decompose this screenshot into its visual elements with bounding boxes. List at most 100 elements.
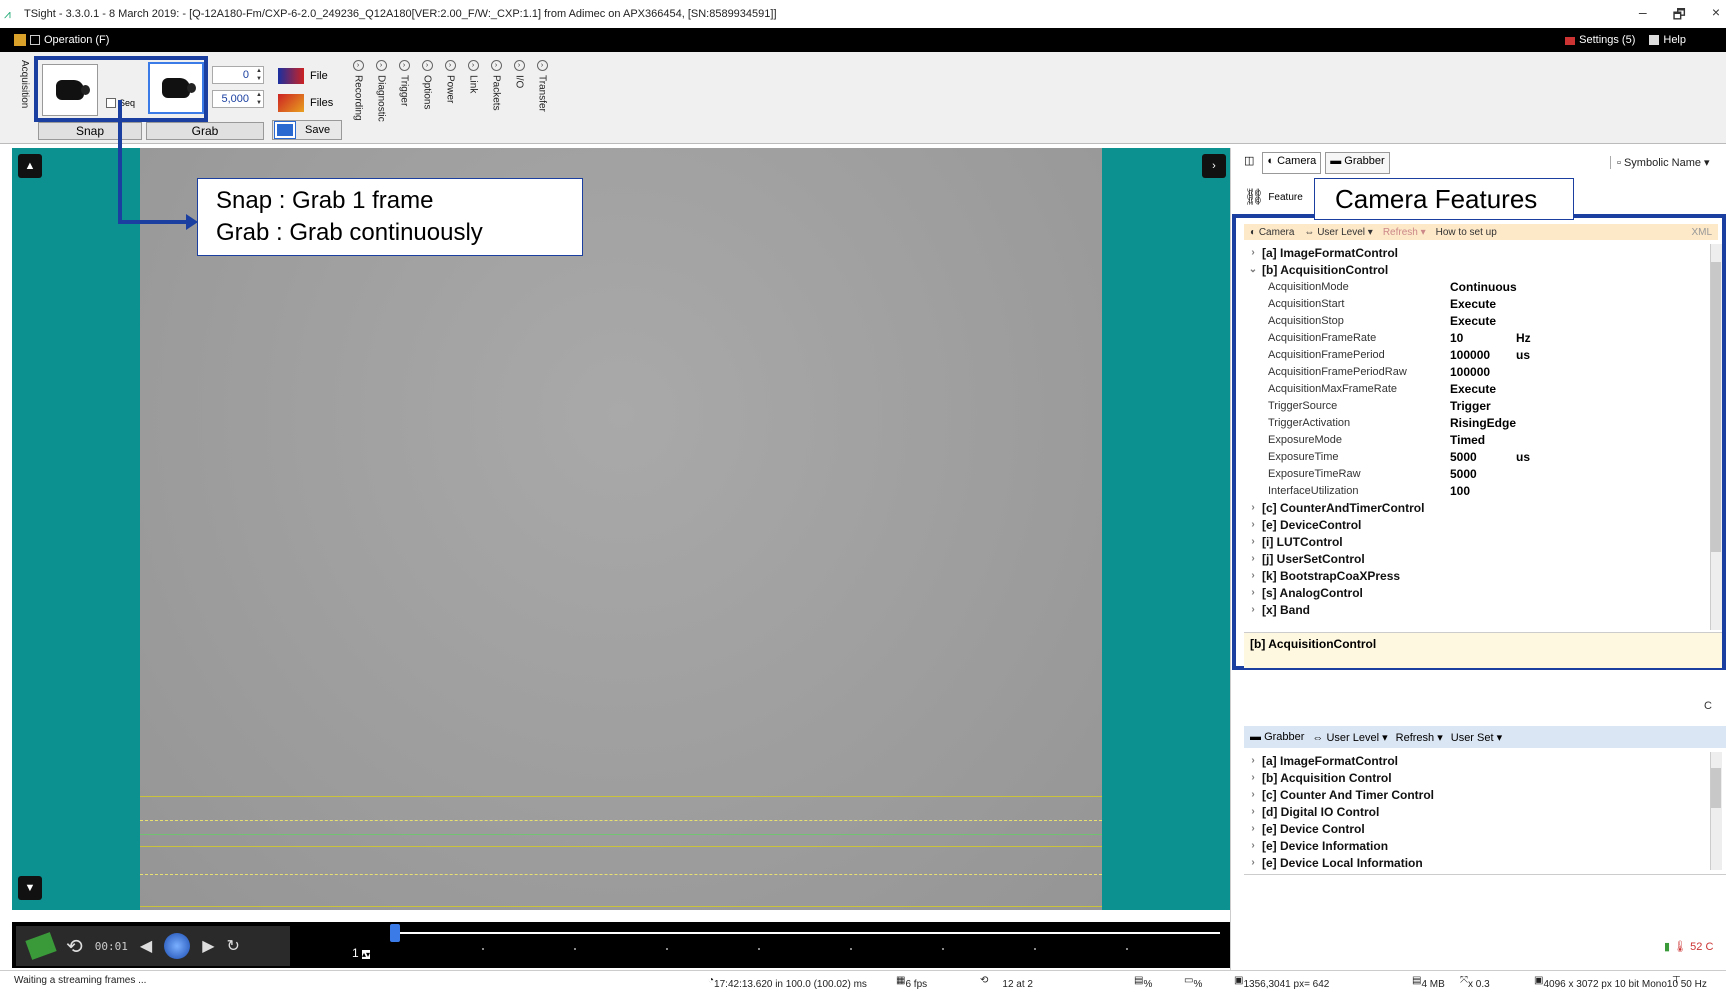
timeline-tick [1034, 948, 1036, 950]
scrollbar-thumb[interactable] [1711, 768, 1721, 808]
scrollbar-thumb[interactable] [1711, 262, 1721, 552]
settings-menu[interactable]: Settings (5) [1565, 34, 1635, 46]
tree-group[interactable]: › [d] Digital IO Control [1244, 803, 1710, 820]
status-zoom: ⤧ x 0.3 [1460, 975, 1490, 990]
tree-group[interactable]: › [s] AnalogControl [1244, 584, 1710, 601]
feature-description: [b] AcquisitionControl [1244, 632, 1722, 668]
feature-row[interactable]: AcquisitionFramePeriodRaw 100000 [1244, 363, 1710, 380]
tree-group[interactable]: › [a] ImageFormatControl [1244, 244, 1710, 261]
tree-group[interactable]: › [c] CounterAndTimerControl [1244, 499, 1710, 516]
step-forward-icon[interactable]: ▶ [202, 936, 214, 956]
scroll-up-button[interactable]: ▲ [18, 154, 42, 178]
period-spinner[interactable]: 5,000 [212, 90, 264, 108]
tree-group[interactable]: › [a] ImageFormatControl [1244, 752, 1710, 769]
grabber-scrollbar[interactable] [1710, 752, 1722, 870]
xml-button[interactable]: XML [1691, 227, 1718, 238]
scroll-down-button[interactable]: ▼ [18, 876, 42, 900]
acquisition-tab[interactable]: Acquisition [14, 60, 30, 140]
feature-row[interactable]: ExposureMode Timed [1244, 431, 1710, 448]
status-fps: ▦ 6 fps [896, 975, 928, 990]
grabber-features-header: ▬ Grabber ⇔ User Level ▾ Refresh ▾ User … [1244, 726, 1726, 748]
feature-row[interactable]: TriggerSource Trigger [1244, 397, 1710, 414]
help-menu[interactable]: Help [1649, 34, 1686, 46]
feature-row[interactable]: ExposureTimeRaw 5000 [1244, 465, 1710, 482]
tab-camera[interactable]: ◐ Camera [1262, 152, 1322, 174]
feature-row[interactable]: InterfaceUtilization 100 [1244, 482, 1710, 499]
status-percent-2: ▭ % [1184, 975, 1203, 990]
tab-power[interactable]: › Power [442, 60, 458, 103]
panel-pin-icon[interactable]: ◫ [1240, 152, 1258, 174]
feature-row[interactable]: AcquisitionStop Execute [1244, 312, 1710, 329]
files-button[interactable]: Files [278, 94, 333, 112]
tree-group[interactable]: › [c] Counter And Timer Control [1244, 786, 1710, 803]
tab-grabber[interactable]: ▬ Grabber [1325, 152, 1390, 174]
tab-io[interactable]: › I/O [511, 60, 527, 88]
tab-trigger[interactable]: › Trigger [396, 60, 412, 106]
user-level-dropdown[interactable]: ⇔ User Level ▾ [1304, 227, 1372, 238]
tree-group[interactable]: › [i] LUTControl [1244, 533, 1710, 550]
timeline-track[interactable] [390, 932, 1220, 934]
feature-scrollbar[interactable] [1710, 244, 1722, 630]
operation-menu[interactable]: Operation (F) [44, 34, 109, 46]
operation-icon [30, 35, 40, 45]
chevron-right-icon: › [1251, 857, 1255, 868]
step-back-icon[interactable]: ◀ [140, 936, 152, 956]
feature-row[interactable]: ExposureTime 5000 us [1244, 448, 1710, 465]
grabber-user-level-dropdown[interactable]: ⇔ User Level ▾ [1312, 731, 1387, 744]
battery-icon: ▮ [1664, 941, 1671, 953]
frame-count-spinner[interactable]: 0 [212, 66, 264, 84]
chevron-right-icon: › [1251, 755, 1255, 766]
tree-group[interactable]: › [e] Device Control [1244, 820, 1710, 837]
tab-transfer[interactable]: › Transfer [534, 60, 550, 112]
feature-row[interactable]: AcquisitionFramePeriod 100000 us [1244, 346, 1710, 363]
file-button[interactable]: File [278, 68, 328, 84]
files-label: Files [310, 97, 334, 109]
chevron-right-icon: › [1251, 536, 1255, 547]
feature-row[interactable]: AcquisitionFrameRate 10 Hz [1244, 329, 1710, 346]
chevron-right-icon: › [1251, 553, 1255, 564]
tab-diagnostic[interactable]: › Diagnostic [373, 60, 389, 122]
frame-index-spinner[interactable]: 1 ▴▾ [352, 946, 378, 966]
tree-group[interactable]: › [e] Device Information [1244, 837, 1710, 854]
minimize-button[interactable]: – [1639, 4, 1647, 28]
temperature-readout: ▮ 🌡 52 C [1664, 941, 1714, 953]
feature-row[interactable]: AcquisitionMode Continuous [1244, 278, 1710, 295]
feature-row[interactable]: AcquisitionStart Execute [1244, 295, 1710, 312]
feature-row[interactable]: TriggerActivation RisingEdge [1244, 414, 1710, 431]
grabber-icon: ▬ [1250, 731, 1261, 743]
loop-icon[interactable]: ↻ [227, 936, 240, 956]
user-set-dropdown[interactable]: User Set ▾ [1451, 731, 1502, 744]
save-button[interactable]: Save [272, 120, 342, 140]
chip-icon[interactable] [25, 932, 57, 960]
how-to-button[interactable]: How to set up [1436, 227, 1497, 238]
tree-group[interactable]: › [x] Band [1244, 601, 1710, 618]
refresh-button[interactable]: Refresh ▾ [1383, 227, 1426, 238]
tree-group[interactable]: › [e] Device Local Information [1244, 854, 1710, 871]
feature-row[interactable]: AcquisitionMaxFrameRate Execute [1244, 380, 1710, 397]
timeline-thumb[interactable] [390, 924, 400, 942]
symbolic-name-dropdown[interactable]: ▫ Symbolic Name ▾ [1610, 156, 1710, 169]
play-icon[interactable] [164, 933, 191, 959]
playback-controls: ⟲ 00:01 ◀ ▶ ↻ [16, 926, 290, 966]
chevron-right-icon: › [1251, 789, 1255, 800]
expand-icon: › [490, 60, 502, 71]
menu-icon[interactable] [14, 34, 26, 46]
features-tab[interactable]: ⛓ Feature [1244, 182, 1314, 212]
tree-group[interactable]: › [k] BootstrapCoaXPress [1244, 567, 1710, 584]
restore-button[interactable]: 🗗 [1673, 4, 1686, 28]
history-icon[interactable]: ⟲ [66, 934, 83, 959]
snap-label[interactable]: Snap [38, 122, 142, 140]
help-icon [1649, 35, 1660, 45]
tree-group[interactable]: › [e] DeviceControl [1244, 516, 1710, 533]
tab-recording[interactable]: › Recording [350, 60, 366, 121]
tree-group[interactable]: ⌄ [b] AcquisitionControl [1244, 261, 1710, 278]
grabber-refresh-button[interactable]: Refresh ▾ [1396, 731, 1443, 744]
tree-group[interactable]: › [j] UserSetControl [1244, 550, 1710, 567]
tab-packets[interactable]: › Packets [488, 60, 504, 111]
tab-options[interactable]: › Options [419, 60, 435, 109]
tree-group[interactable]: › [b] Acquisition Control [1244, 769, 1710, 786]
panel-toggle-button[interactable]: › [1202, 154, 1226, 178]
close-button[interactable]: × [1712, 4, 1720, 28]
tab-link[interactable]: › Link [465, 60, 481, 93]
grab-label[interactable]: Grab [146, 122, 264, 140]
